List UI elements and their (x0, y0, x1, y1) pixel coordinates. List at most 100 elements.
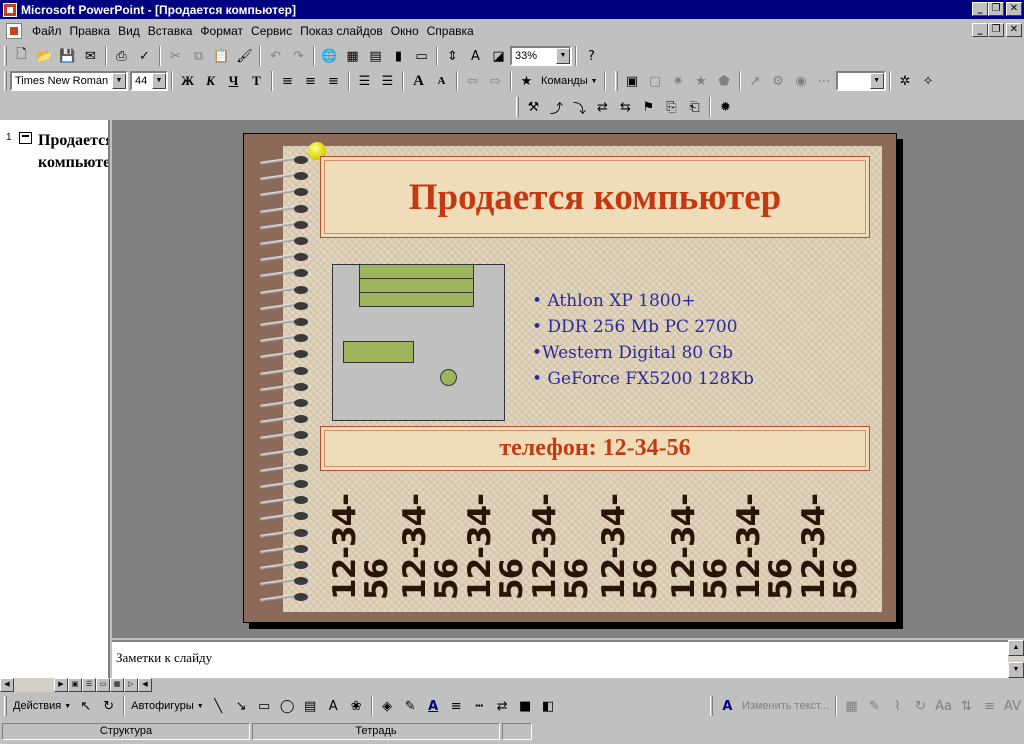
wordart-tool-icon[interactable]: A (322, 695, 345, 717)
slide-view-icon[interactable]: ▣ (621, 70, 644, 92)
title-placeholder[interactable]: Продается компьютер (320, 156, 870, 238)
font-size-select[interactable]: 44 ▼ (130, 71, 168, 91)
bullets-icon[interactable]: ☰ (376, 70, 399, 92)
open-icon[interactable]: 📂 (33, 45, 56, 67)
dash-style-icon[interactable]: ┅ (468, 695, 491, 717)
menu-insert[interactable]: Вставка (144, 24, 197, 38)
outline-pane[interactable]: 1 Продается компьютер (0, 120, 110, 678)
tear-off-tab[interactable]: 12-34-56 (526, 480, 596, 600)
commands-button[interactable]: Команды ▼ (538, 75, 601, 87)
action-sparkle-icon[interactable]: ✷ (667, 70, 690, 92)
wordart-gallery-icon[interactable]: ▦ (840, 695, 863, 717)
normal-view-icon[interactable]: ▣ (68, 678, 82, 692)
scroll-up-icon[interactable]: ▲ (1008, 640, 1024, 656)
clipart-tool-icon[interactable]: ❀ (345, 695, 368, 717)
help-icon[interactable]: ? (580, 45, 603, 67)
email-icon[interactable]: ✉ (79, 45, 102, 67)
undo-icon[interactable]: ↶ (264, 45, 287, 67)
action-record-icon[interactable]: ◉ (790, 70, 813, 92)
effect-select[interactable]: ▼ (835, 71, 886, 91)
wordart-spacing-icon[interactable]: AV (1001, 695, 1024, 717)
wordart-shape-icon[interactable]: ⌇ (886, 695, 909, 717)
copy-icon[interactable]: ⧉ (187, 45, 210, 67)
fill-color-icon[interactable]: ◈ (376, 695, 399, 717)
edit-text-button[interactable]: Изменить текст... (739, 700, 832, 712)
doc-minimize-button[interactable]: _ (972, 23, 988, 37)
font-color-icon[interactable]: A (422, 695, 445, 717)
redo-icon[interactable]: ↷ (287, 45, 310, 67)
action-8-icon[interactable]: ⎗ (683, 96, 706, 118)
format-painter-icon[interactable]: 🖌 (233, 45, 256, 67)
close-button[interactable]: ✕ (1006, 2, 1022, 16)
oval-tool-icon[interactable]: ◯ (276, 695, 299, 717)
menu-edit[interactable]: Правка (66, 24, 115, 38)
hyperlink-icon[interactable]: 🌐 (318, 45, 341, 67)
free-rotate-icon[interactable]: ↻ (97, 695, 120, 717)
hscroll-left-icon[interactable]: ◀ (138, 678, 152, 692)
outline-title[interactable]: Продается компьютер (38, 130, 108, 174)
doc-close-button[interactable]: ✕ (1006, 23, 1022, 37)
action-abc-icon[interactable]: ⋯ (813, 70, 836, 92)
new-icon[interactable]: 🗋 (10, 45, 33, 67)
new-slide-icon[interactable]: ▭ (410, 45, 433, 67)
tear-off-tab[interactable]: 12-34-56 (795, 480, 865, 600)
action-7-icon[interactable]: ⎘ (660, 96, 683, 118)
action-2-icon[interactable]: ⤴ (545, 96, 568, 118)
minimize-button[interactable]: _ (972, 2, 988, 16)
action-star-icon[interactable]: ★ (690, 70, 713, 92)
tear-off-tab[interactable]: 12-34-56 (326, 480, 396, 600)
paste-icon[interactable]: 📋 (210, 45, 233, 67)
insert-table-icon[interactable]: ▤ (364, 45, 387, 67)
scroll-down-icon[interactable]: ▼ (1008, 662, 1024, 678)
tear-off-tab[interactable]: 12-34-56 (730, 480, 800, 600)
menu-window[interactable]: Окно (387, 24, 423, 38)
rectangle-tool-icon[interactable]: ▭ (253, 695, 276, 717)
horizontal-scrollbar[interactable] (214, 678, 1024, 692)
outline-scroll-left-icon[interactable]: ◀ (0, 678, 14, 692)
action-4-icon[interactable]: ⇄ (591, 96, 614, 118)
menu-format[interactable]: Формат (196, 24, 247, 38)
outline-view-icon[interactable]: ☰ (82, 678, 96, 692)
notes-pane[interactable]: Заметки к слайду (112, 640, 1008, 678)
spelling-icon[interactable]: ✓ (133, 45, 156, 67)
expand-all-icon[interactable]: ⇕ (441, 45, 464, 67)
shadow-button[interactable]: Т (245, 70, 268, 92)
grayscale-icon[interactable]: ◪ (487, 45, 510, 67)
bold-button[interactable]: Ж (176, 70, 199, 92)
cut-icon[interactable]: ✂ (164, 45, 187, 67)
custom-animation-icon[interactable]: ✲ (894, 70, 917, 92)
outline-scroll-right-icon[interactable]: ▶ (54, 678, 68, 692)
underline-button[interactable]: Ч (222, 70, 245, 92)
slide[interactable]: Продается компьютер • Athlon XP 1800+ • … (243, 133, 897, 623)
align-center-icon[interactable]: ≡ (299, 70, 322, 92)
insert-chart-icon[interactable]: ▮ (387, 45, 410, 67)
menu-file[interactable]: Файл (28, 24, 66, 38)
action-machine-icon[interactable]: ⚙ (767, 70, 790, 92)
action-3-icon[interactable]: ⤵ (568, 96, 591, 118)
slideshow-view-icon[interactable]: ▷ (124, 678, 138, 692)
numbering-icon[interactable]: ☰ (353, 70, 376, 92)
wordart-format-icon[interactable]: ✎ (863, 695, 886, 717)
phone-text[interactable]: телефон: 12-34-56 (321, 427, 869, 470)
promote-icon[interactable]: ⇦ (461, 70, 484, 92)
phone-box[interactable]: телефон: 12-34-56 (320, 426, 870, 471)
action-shapes-icon[interactable]: ⬟ (713, 70, 736, 92)
tear-off-tab[interactable]: 12-34-56 (595, 480, 665, 600)
action-1-icon[interactable]: ⚒ (522, 96, 545, 118)
line-color-icon[interactable]: ✎ (399, 695, 422, 717)
document-icon[interactable] (6, 23, 22, 39)
action-9-icon[interactable]: ✹ (714, 96, 737, 118)
decrease-font-icon[interactable]: A (430, 70, 453, 92)
animation-effects-icon[interactable]: ★ (515, 70, 538, 92)
align-right-icon[interactable]: ≡ (322, 70, 345, 92)
increase-font-icon[interactable]: A (407, 70, 430, 92)
menu-help[interactable]: Справка (423, 24, 478, 38)
autoshapes-menu-button[interactable]: Автофигуры ▼ (128, 700, 207, 712)
menu-tools[interactable]: Сервис (247, 24, 296, 38)
slide-view-button-icon[interactable]: ▭ (96, 678, 110, 692)
action-curve-icon[interactable]: ↗ (744, 70, 767, 92)
computer-drawing[interactable] (332, 264, 505, 421)
preview-icon[interactable]: ✧ (917, 70, 940, 92)
menu-slideshow[interactable]: Показ слайдов (296, 24, 387, 38)
tables-borders-icon[interactable]: ▦ (341, 45, 364, 67)
